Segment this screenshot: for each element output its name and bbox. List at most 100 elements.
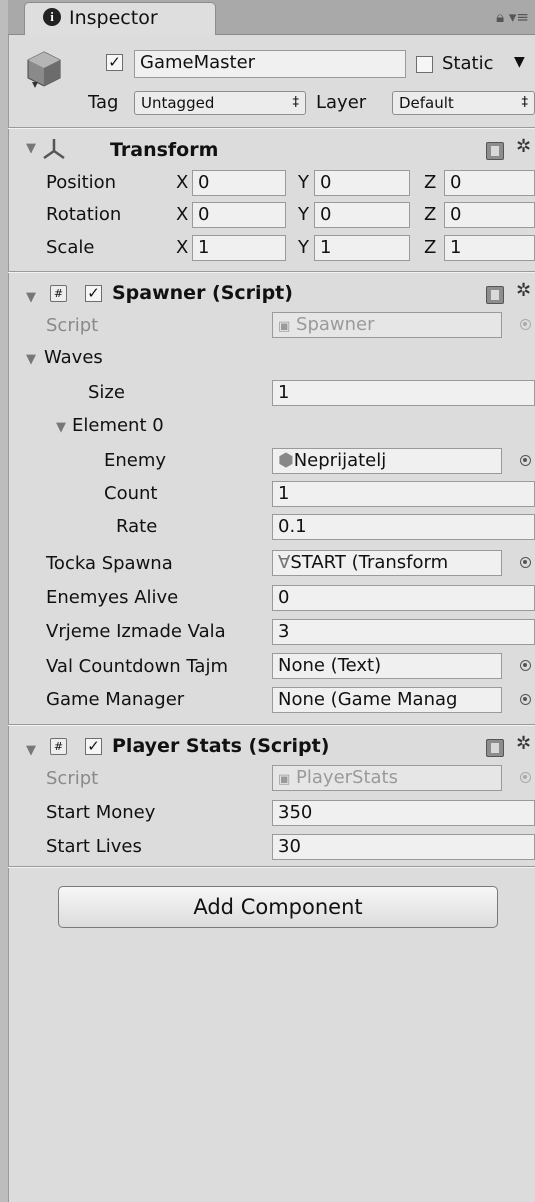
enemy-label: Enemy [104,450,167,471]
scale-z-field[interactable]: 1 [444,235,535,261]
gear-icon[interactable]: ✲ [516,280,531,301]
player-script-value: PlayerStats [296,767,398,788]
dropdown-arrow-icon: ‡ [521,95,529,110]
object-picker-icon [520,319,531,330]
game-manager-field[interactable]: None (Game Manag [272,687,502,713]
tag-value: Untagged [141,94,215,112]
rotation-z-label: Z [424,204,437,225]
position-z-field[interactable]: 0 [444,170,535,196]
tag-label: Tag [88,92,119,113]
spawner-enabled-checkbox[interactable]: ✓ [85,285,102,302]
divider [8,128,535,129]
scale-x-field[interactable]: 1 [192,235,286,261]
rotation-z-field[interactable]: 0 [444,202,535,228]
panel-left-edge [0,0,9,1202]
tocka-spawna-field[interactable]: ⱯSTART (Transform [272,550,502,576]
vrijeme-izmade-vala-label: Vrjeme Izmade Vala [46,621,226,642]
scale-x-label: X [176,237,189,258]
position-y-field[interactable]: 0 [314,170,410,196]
dropdown-arrow-icon: ‡ [292,95,300,110]
player-stats-title: Player Stats (Script) [112,735,330,757]
gameobject-name-input[interactable]: GameMaster [134,50,406,78]
tab-inspector[interactable]: i Inspector [24,2,216,35]
enemy-field[interactable]: ⬢Neprijatelj [272,448,502,474]
tocka-spawna-value: START (Transform [290,552,449,573]
prefab-icon: ⬢ [278,450,294,471]
script-icon: # [50,738,67,755]
object-picker-icon [520,772,531,783]
object-picker-icon[interactable] [520,660,531,671]
waves-label: Waves [44,347,103,368]
divider [8,725,535,726]
help-book-icon[interactable] [486,739,504,757]
divider [8,867,535,868]
gear-icon[interactable]: ✲ [516,136,531,157]
foldout-arrow-icon[interactable]: ▼ [26,141,36,156]
transform-small-icon: Ɐ [278,552,291,573]
spawner-title: Spawner (Script) [112,282,293,304]
tag-dropdown[interactable]: Untagged ‡ [134,91,306,115]
start-lives-field[interactable]: 30 [272,834,535,860]
object-picker-icon[interactable] [520,455,531,466]
help-book-icon[interactable] [486,142,504,160]
script-icon: # [50,285,67,302]
enemyes-alive-label: Enemyes Alive [46,587,179,608]
foldout-arrow-icon[interactable]: ▼ [26,290,36,305]
element-foldout-arrow-icon[interactable]: ▼ [56,420,66,435]
waves-foldout-arrow-icon[interactable]: ▼ [26,352,36,367]
transform-title: Transform [110,139,219,161]
scale-y-field[interactable]: 1 [314,235,410,261]
scale-z-label: Z [424,237,437,258]
player-script-field: ▣ PlayerStats [272,765,502,791]
layer-value: Default [399,94,454,112]
layer-dropdown[interactable]: Default ‡ [392,91,535,115]
scale-y-label: Y [298,237,309,258]
position-z-label: Z [424,172,437,193]
static-dropdown-arrow[interactable]: ▼ [514,54,525,70]
active-checkbox[interactable]: ✓ [106,54,123,71]
start-money-field[interactable]: 350 [272,800,535,826]
spawner-script-label: Script [46,315,99,336]
count-label: Count [104,483,158,504]
foldout-arrow-icon[interactable]: ▼ [26,743,36,758]
object-picker-icon[interactable] [520,694,531,705]
rotation-y-field[interactable]: 0 [314,202,410,228]
layer-label: Layer [316,92,367,113]
inspector-tab-bar: i Inspector 🔒︎ ▾≡ [8,0,535,35]
vrijeme-izmade-vala-field[interactable]: 3 [272,619,535,645]
static-checkbox[interactable] [416,56,433,73]
enemy-value: Neprijatelj [293,450,387,471]
scale-label: Scale [46,237,95,258]
tab-inspector-label: Inspector [69,7,158,29]
object-picker-icon[interactable] [520,557,531,568]
val-countdown-field[interactable]: None (Text) [272,653,502,679]
rotation-x-field[interactable]: 0 [192,202,286,228]
enemyes-alive-field[interactable]: 0 [272,585,535,611]
static-label: Static [442,53,494,74]
player-script-label: Script [46,768,99,789]
start-lives-label: Start Lives [46,836,142,857]
tocka-spawna-label: Tocka Spawna [46,553,173,574]
size-label: Size [88,382,125,403]
transform-icon [42,137,66,161]
spawner-script-value: Spawner [296,314,375,335]
add-component-button[interactable]: Add Component [58,886,498,928]
divider [8,272,535,273]
script-file-icon: ▣ [278,772,291,787]
rate-field[interactable]: 0.1 [272,514,535,540]
size-field[interactable]: 1 [272,380,535,406]
position-x-field[interactable]: 0 [192,170,286,196]
position-x-label: X [176,172,189,193]
help-book-icon[interactable] [486,286,504,304]
element-0-label: Element 0 [72,415,164,436]
position-label: Position [46,172,117,193]
spawner-script-field: ▣ Spawner [272,312,502,338]
lock-menu-icon[interactable]: 🔒︎ ▾≡ [496,8,529,26]
gear-icon[interactable]: ✲ [516,733,531,754]
rate-label: Rate [116,516,158,537]
count-field[interactable]: 1 [272,481,535,507]
player-stats-enabled-checkbox[interactable]: ✓ [85,738,102,755]
rotation-label: Rotation [46,204,122,225]
info-icon: i [43,8,61,26]
val-countdown-label: Val Countdown Tajm [46,656,228,677]
